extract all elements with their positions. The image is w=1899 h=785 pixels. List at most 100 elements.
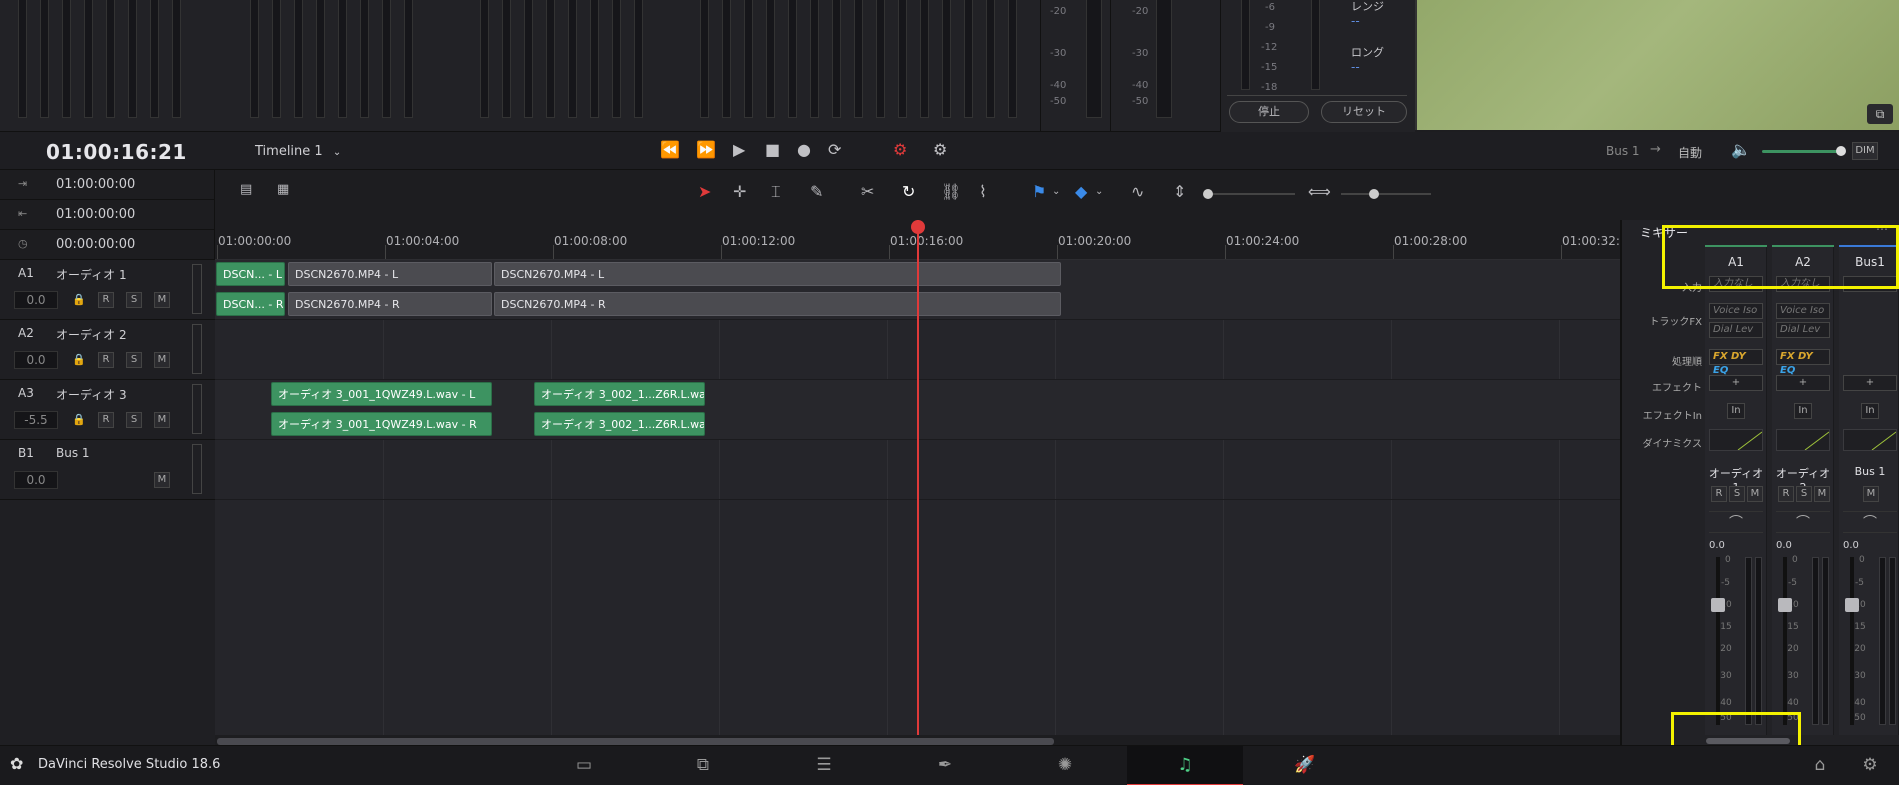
range-select-icon[interactable]: ✛ — [733, 182, 746, 201]
reset-button[interactable]: リセット — [1321, 101, 1407, 123]
track-volume-field[interactable]: 0.0 — [14, 471, 58, 489]
dynamics-graph[interactable] — [1776, 429, 1830, 451]
audio-clip[interactable]: DSCN2670.MP4 - L — [494, 262, 1061, 286]
pencil-icon[interactable]: ✎ — [810, 182, 823, 201]
fader-track[interactable] — [1783, 557, 1787, 725]
duration-timecode[interactable]: 00:00:00:00 — [56, 237, 135, 252]
add-effect-button[interactable]: + — [1709, 375, 1763, 391]
rewind-icon[interactable]: ⏪ — [660, 140, 680, 159]
mute-button[interactable]: M — [154, 472, 170, 488]
audio-clip[interactable]: DSCN2670.MP4 - R — [494, 292, 1061, 316]
edit-page-icon[interactable]: ☰ — [809, 755, 839, 775]
add-effect-button[interactable]: + — [1776, 375, 1830, 391]
monitor-volume-knob[interactable] — [1836, 146, 1846, 156]
solo-button[interactable]: S — [126, 412, 142, 428]
track-header-a1[interactable]: A1 オーディオ 1 0.0 🔒 R S M — [0, 260, 215, 320]
lock-icon[interactable]: 🔒 — [72, 293, 86, 306]
media-page-icon[interactable]: ▭ — [569, 755, 599, 775]
processing-order[interactable]: FX DY EQ — [1709, 349, 1763, 376]
track-fx-slot[interactable]: Dial Lev — [1709, 322, 1763, 338]
record-arm-button[interactable]: R — [98, 412, 114, 428]
volume-fader[interactable] — [1845, 598, 1859, 612]
pointer-tool-icon[interactable]: ➤ — [698, 182, 711, 201]
flag-icon[interactable]: ⚑ — [1032, 182, 1046, 201]
waveform-zoom-icon[interactable]: ⌇ — [979, 182, 987, 201]
track-volume-field[interactable]: -5.5 — [14, 411, 58, 429]
automation-settings-icon[interactable]: ⚙ — [933, 140, 947, 159]
channel-name[interactable]: Bus 1 — [1839, 465, 1898, 478]
processing-order[interactable]: FX DY EQ — [1776, 349, 1830, 376]
mute-button[interactable]: M — [154, 412, 170, 428]
audio-clip[interactable]: オーディオ 3_001_1QWZ49.L.wav - R — [271, 412, 492, 436]
snap-icon[interactable]: ↻ — [902, 182, 915, 201]
record-arm-button[interactable]: R — [1711, 486, 1727, 502]
track-header-b1[interactable]: B1 Bus 1 0.0 M — [0, 440, 215, 500]
link-icon[interactable]: ⛓ — [941, 182, 961, 201]
grid-view-icon[interactable]: ▦ — [277, 182, 289, 197]
chevron-down-icon[interactable]: ⌄ — [1095, 186, 1103, 197]
vertical-zoom-slider[interactable] — [1207, 193, 1295, 195]
add-effect-button[interactable]: + — [1843, 375, 1897, 391]
dim-button[interactable]: DIM — [1852, 142, 1878, 160]
mute-button[interactable]: M — [154, 292, 170, 308]
track-fx-slot[interactable]: Voice Iso — [1709, 303, 1763, 319]
settings-gear-icon[interactable]: ⚙ — [1855, 755, 1885, 775]
audio-clip[interactable]: DSCN2670.MP4 - R — [288, 292, 492, 316]
fader-track[interactable] — [1716, 557, 1720, 725]
solo-button[interactable]: S — [1796, 486, 1812, 502]
audio-clip[interactable]: DSCN... - R — [216, 292, 285, 316]
record-arm-button[interactable]: R — [98, 292, 114, 308]
waveform-icon[interactable]: ∿ — [1131, 182, 1144, 201]
volume-fader[interactable] — [1778, 598, 1792, 612]
lock-icon[interactable]: 🔒 — [72, 413, 86, 426]
mute-button[interactable]: M — [1747, 486, 1763, 502]
effects-in-button[interactable]: In — [1861, 403, 1879, 419]
audio-clip[interactable]: DSCN2670.MP4 - L — [288, 262, 492, 286]
loop-icon[interactable]: ⟳ — [828, 140, 841, 159]
solo-button[interactable]: S — [1729, 486, 1745, 502]
cut-page-icon[interactable]: ⧉ — [688, 755, 718, 775]
fairlight-page-icon[interactable]: ♫ — [1170, 755, 1200, 775]
pan-icon[interactable]: ⌒ — [1776, 511, 1830, 533]
in-point-timecode[interactable]: 01:00:00:00 — [56, 177, 135, 192]
effects-in-button[interactable]: In — [1727, 403, 1745, 419]
track-fx-slot[interactable]: Dial Lev — [1776, 322, 1830, 338]
lock-icon[interactable]: 🔒 — [72, 353, 86, 366]
track-volume-field[interactable]: 0.0 — [14, 351, 58, 369]
horizontal-zoom-slider[interactable] — [1341, 193, 1431, 195]
horizontal-zoom-icon[interactable]: ⟺ — [1308, 182, 1331, 201]
deliver-page-icon[interactable]: 🚀 — [1290, 755, 1320, 775]
track-name[interactable]: オーディオ 3 — [56, 386, 127, 403]
mute-button[interactable]: M — [1814, 486, 1830, 502]
solo-button[interactable]: S — [126, 292, 142, 308]
timeline-selector[interactable]: Timeline 1 ⌄ — [255, 144, 341, 159]
dynamics-graph[interactable] — [1843, 429, 1897, 451]
fader-track[interactable] — [1850, 557, 1854, 725]
stop-icon[interactable]: ■ — [765, 140, 780, 159]
vertical-zoom-knob[interactable] — [1203, 189, 1213, 199]
audio-clip[interactable]: オーディオ 3_002_1...Z6R.L.wav - L — [534, 382, 705, 406]
mute-button[interactable]: M — [154, 352, 170, 368]
vertical-zoom-icon[interactable]: ⇕ — [1173, 182, 1186, 201]
track-header-a2[interactable]: A2 オーディオ 2 0.0 🔒 R S M — [0, 320, 215, 380]
track-name[interactable]: Bus 1 — [56, 446, 90, 460]
viewer-toggle-icon[interactable]: ⧉ — [1867, 104, 1893, 124]
audio-clip[interactable]: DSCN... - L — [216, 262, 285, 286]
automation-mode-label[interactable]: 自動 — [1678, 144, 1702, 161]
pan-icon[interactable]: ⌒ — [1843, 511, 1897, 533]
monitor-volume-slider[interactable] — [1762, 150, 1840, 153]
record-icon[interactable]: ● — [797, 140, 811, 159]
chevron-down-icon[interactable]: ⌄ — [1052, 186, 1060, 197]
track-fx-slot[interactable]: Voice Iso — [1776, 303, 1830, 319]
edit-select-icon[interactable]: ⌶ — [771, 182, 781, 202]
horizontal-scrollbar[interactable] — [217, 738, 1054, 745]
effects-in-button[interactable]: In — [1794, 403, 1812, 419]
horizontal-zoom-knob[interactable] — [1369, 189, 1379, 199]
track-volume-field[interactable]: 0.0 — [14, 291, 58, 309]
mute-button[interactable]: M — [1863, 486, 1879, 502]
volume-fader[interactable] — [1711, 598, 1725, 612]
fusion-page-icon[interactable]: ✒ — [930, 755, 960, 775]
track-name[interactable]: オーディオ 1 — [56, 266, 127, 283]
solo-button[interactable]: S — [126, 352, 142, 368]
playhead[interactable] — [917, 220, 919, 735]
